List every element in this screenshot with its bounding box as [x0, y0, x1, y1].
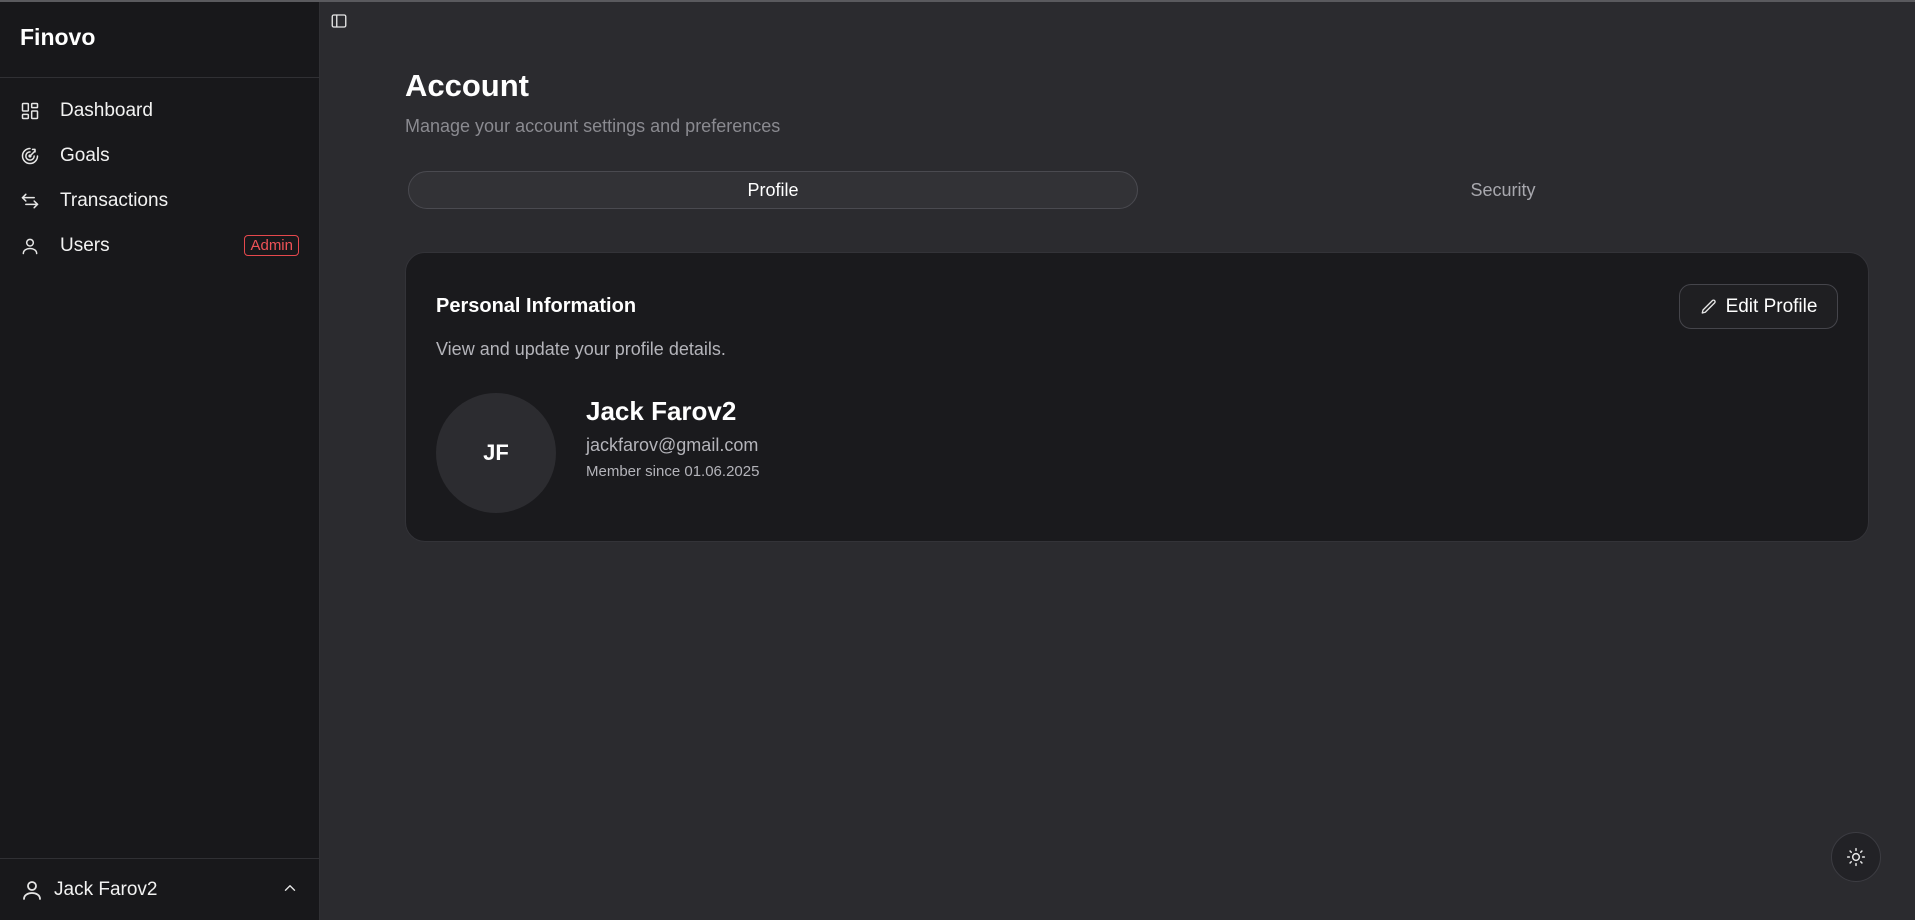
edit-profile-label: Edit Profile — [1725, 295, 1818, 317]
profile-email: jackfarov@gmail.com — [586, 435, 759, 455]
sidebar-item-label: Dashboard — [60, 99, 153, 121]
card-description: View and update your profile details. — [436, 339, 726, 359]
goal-icon — [20, 146, 40, 166]
sidebar-item-goals[interactable]: Goals — [0, 133, 319, 178]
tab-profile[interactable]: Profile — [408, 171, 1138, 209]
sidebar-item-users[interactable]: Users Admin — [0, 223, 319, 268]
main-content: Account Manage your account settings and… — [320, 2, 1915, 920]
sidebar-nav: Dashboard Goals Transactions Users Admin — [0, 78, 319, 268]
user-menu-button[interactable]: Jack Farov2 — [0, 858, 319, 920]
admin-badge: Admin — [244, 235, 299, 256]
user-icon — [20, 236, 40, 256]
sidebar-item-label: Transactions — [60, 189, 169, 211]
sidebar-item-dashboard[interactable]: Dashboard — [0, 88, 319, 133]
tab-security[interactable]: Security — [1138, 171, 1868, 209]
sidebar-user-name: Jack Farov2 — [54, 878, 158, 900]
page-subtitle: Manage your account settings and prefere… — [405, 116, 781, 136]
avatar: JF — [436, 393, 556, 513]
sun-icon — [1846, 847, 1866, 867]
member-since: Member since 01.06.2025 — [586, 463, 760, 480]
chevron-up-icon — [284, 885, 296, 891]
sidebar-item-label: Users — [60, 234, 110, 256]
page-title: Account — [405, 68, 529, 103]
pencil-icon — [1701, 299, 1716, 314]
dashboard-icon — [20, 101, 40, 121]
personal-information-card: Personal Information View and update you… — [405, 252, 1869, 542]
sidebar-toggle-button[interactable] — [328, 10, 350, 32]
profile-name: Jack Farov2 — [586, 396, 737, 426]
sidebar-item-label: Goals — [60, 144, 110, 166]
edit-profile-button[interactable]: Edit Profile — [1679, 284, 1838, 329]
app-window: Finovo Dashboard Goals Transactions User… — [0, 0, 1915, 920]
brand-logo[interactable]: Finovo — [0, 2, 319, 78]
sidebar-toggle-icon — [331, 14, 347, 28]
user-icon — [23, 880, 41, 900]
account-tabs: Profile Security — [408, 171, 1868, 211]
theme-toggle-button[interactable] — [1831, 832, 1881, 882]
card-title: Personal Information — [436, 295, 637, 317]
sidebar-item-transactions[interactable]: Transactions — [0, 178, 319, 223]
transfer-arrows-icon — [20, 191, 40, 211]
sidebar: Finovo Dashboard Goals Transactions User… — [0, 2, 320, 920]
